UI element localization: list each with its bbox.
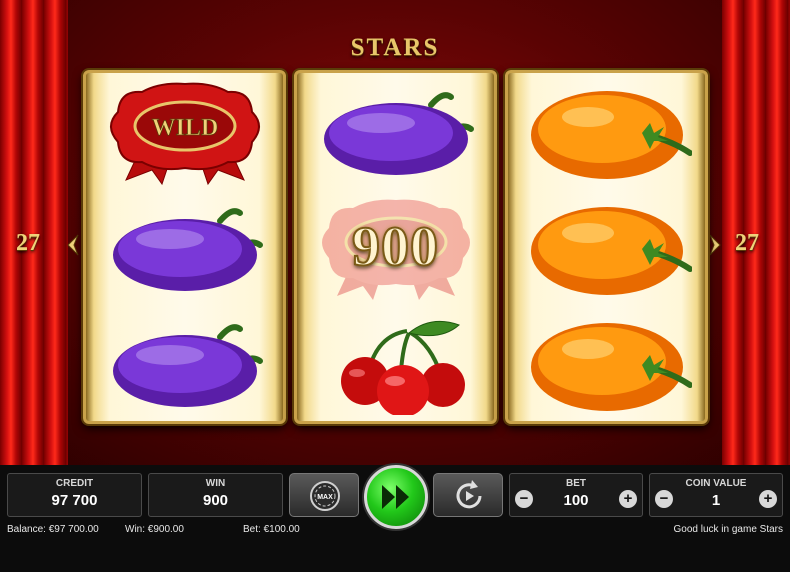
wild-seal-icon: WILD [109, 82, 260, 186]
win-amount-overlay: 900 [351, 215, 439, 279]
symbol-orange [508, 75, 705, 191]
orange-icon [530, 91, 692, 179]
wild-label: WILD [151, 115, 218, 141]
bet-decrease-button[interactable]: − [515, 490, 533, 508]
spin-button[interactable] [364, 465, 428, 529]
win-display: WIN 900 [148, 473, 283, 517]
symbol-orange [508, 191, 705, 307]
cherries-icon [340, 320, 465, 415]
bet-display: − BET 100 + [509, 473, 643, 517]
coin-increase-button[interactable]: + [759, 490, 777, 508]
symbol-cherries [297, 307, 494, 423]
bet-status: Bet: €100.00 [243, 524, 300, 535]
credit-display: CREDIT 97 700 [7, 473, 142, 517]
coin-value-display: − COIN VALUE 1 + [649, 473, 783, 517]
plum-icon [112, 208, 263, 291]
payline-count-right: 27 [735, 230, 759, 256]
credit-label: CREDIT [55, 478, 94, 489]
control-panel: CREDIT 97 700 WIN 900 MAX − BET 100 + − [0, 465, 790, 572]
autoplay-button[interactable] [433, 473, 503, 517]
symbol-plum [297, 75, 494, 191]
payline-count-left: 27 [16, 230, 40, 256]
coin-decrease-button[interactable]: − [655, 490, 673, 508]
payline-arrow-left-icon [67, 234, 79, 256]
win-status: Win: €900.00 [125, 524, 184, 535]
payline-arrow-right-icon [709, 234, 721, 256]
max-chip-icon: MAX [310, 481, 340, 511]
credit-value: 97 700 [51, 492, 98, 509]
symbol-plum [86, 307, 283, 423]
plum-icon [112, 324, 263, 407]
bet-increase-button[interactable]: + [619, 490, 637, 508]
orange-icon [530, 207, 692, 295]
symbol-wild: WILD [86, 75, 283, 191]
balance-status: Balance: €97 700.00 [7, 524, 99, 535]
symbol-orange [508, 307, 705, 423]
win-label: WIN [205, 478, 226, 489]
bet-label: BET [566, 478, 586, 489]
autoplay-icon [456, 480, 482, 509]
max-label: MAX [317, 494, 333, 501]
game-logo: STARS [350, 34, 440, 61]
max-bet-button[interactable]: MAX [289, 473, 359, 517]
win-value: 900 [202, 492, 229, 509]
orange-icon [530, 323, 692, 411]
game-stage: STARS 27 27 WILD 900 [0, 0, 790, 465]
reel-3 [505, 70, 708, 424]
symbol-plum [86, 191, 283, 307]
status-message: Good luck in game Stars [673, 524, 784, 535]
plum-icon [323, 92, 474, 175]
coin-value-label: COIN VALUE [685, 478, 747, 489]
reel-1: WILD [83, 70, 286, 424]
fast-forward-icon [382, 485, 409, 509]
